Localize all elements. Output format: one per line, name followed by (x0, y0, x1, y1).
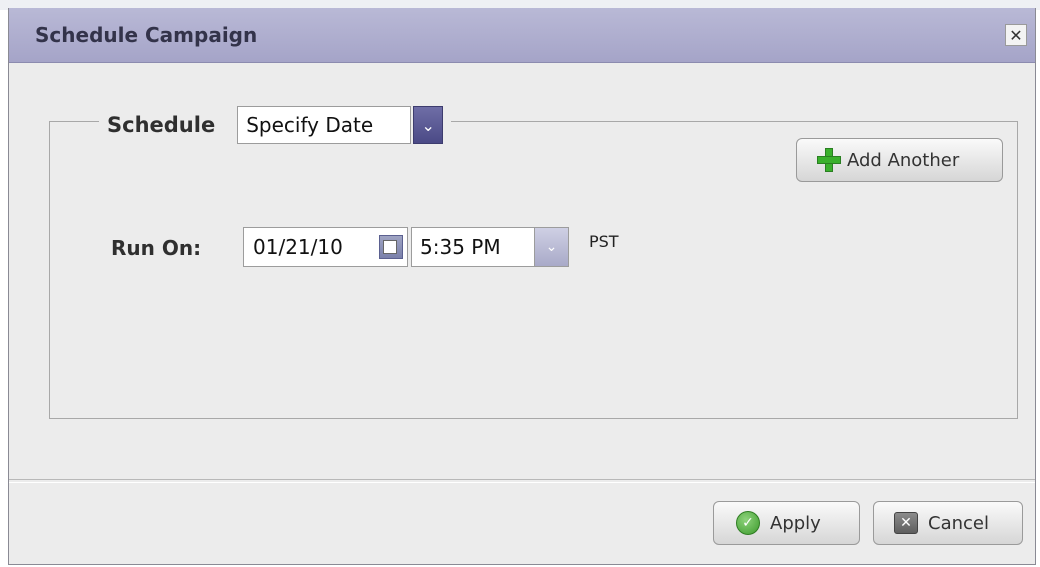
plus-icon (817, 148, 841, 172)
add-another-button[interactable]: Add Another (796, 138, 1003, 182)
close-icon: ✕ (894, 512, 918, 534)
chevron-down-icon[interactable]: ⌄ (413, 106, 444, 144)
close-button[interactable]: ✕ (1005, 24, 1027, 46)
schedule-campaign-dialog: Schedule Campaign ✕ Schedule Specify Dat… (8, 8, 1036, 565)
cancel-button[interactable]: ✕ Cancel (873, 501, 1023, 545)
check-icon: ✓ (736, 511, 760, 535)
apply-label: Apply (770, 512, 821, 534)
date-input[interactable]: 01/21/10 (243, 227, 408, 267)
timezone-label: PST (589, 232, 619, 251)
calendar-icon[interactable] (379, 235, 403, 259)
schedule-select[interactable]: Specify Date ⌄ (237, 105, 444, 145)
schedule-label: Schedule (107, 113, 216, 137)
time-select[interactable]: 5:35 PM ⌄ (411, 227, 569, 267)
dialog-titlebar: Schedule Campaign ✕ (9, 8, 1035, 63)
schedule-legend: Schedule Specify Date ⌄ (99, 105, 452, 145)
footer-divider (9, 479, 1035, 483)
date-value[interactable]: 01/21/10 (244, 235, 379, 259)
chevron-down-icon[interactable]: ⌄ (534, 228, 568, 266)
run-on-label: Run On: (111, 236, 202, 260)
dialog-title: Schedule Campaign (35, 23, 258, 47)
time-value[interactable]: 5:35 PM (412, 235, 534, 259)
cancel-label: Cancel (928, 512, 989, 534)
add-another-label: Add Another (847, 149, 960, 171)
close-icon: ✕ (1009, 25, 1023, 45)
apply-button[interactable]: ✓ Apply (713, 501, 860, 545)
schedule-select-value[interactable]: Specify Date (237, 106, 412, 144)
